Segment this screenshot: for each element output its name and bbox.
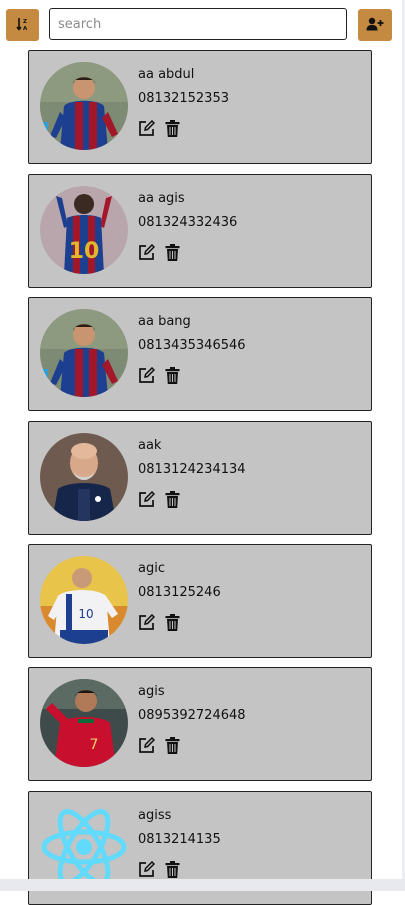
contact-card[interactable]: aak 0813124234134: [28, 421, 372, 535]
contact-name: aa agis: [138, 191, 185, 206]
contact-name: aa abdul: [138, 67, 195, 82]
contact-name: aa bang: [138, 314, 191, 329]
svg-text:7: 7: [90, 737, 99, 753]
avatar: 10: [40, 556, 128, 644]
contact-card[interactable]: aa bang 0813435346546: [28, 297, 372, 411]
avatar: 10: [40, 186, 128, 274]
edit-icon[interactable]: [137, 119, 155, 137]
contact-phone: 0895392724648: [138, 708, 246, 723]
trash-icon[interactable]: [163, 736, 181, 754]
sort-button[interactable]: Z A: [6, 9, 39, 41]
bottom-edge: [0, 879, 405, 891]
contact-name: agiss: [138, 808, 172, 823]
contact-phone: 081324332436: [138, 215, 238, 230]
contact-name: agic: [138, 561, 165, 576]
top-toolbar: Z A: [0, 0, 405, 50]
trash-icon[interactable]: [163, 243, 181, 261]
search-input[interactable]: [49, 8, 347, 40]
edit-icon[interactable]: [137, 613, 155, 631]
contact-card[interactable]: aa abdul 08132152353: [28, 50, 372, 164]
contact-phone: 0813435346546: [138, 338, 246, 353]
edit-icon[interactable]: [137, 366, 155, 384]
trash-icon[interactable]: [163, 119, 181, 137]
add-contact-button[interactable]: [358, 9, 392, 41]
contact-card[interactable]: 10 aa agis 081324332436: [28, 174, 372, 288]
avatar: 7: [40, 679, 128, 767]
contact-card[interactable]: 10 agic 0813125246: [28, 544, 372, 658]
trash-icon[interactable]: [163, 490, 181, 508]
contact-phone: 0813214135: [138, 832, 221, 847]
add-user-icon: [366, 16, 384, 35]
contact-name: aak: [138, 438, 162, 453]
svg-text:10: 10: [69, 239, 100, 264]
avatar: [40, 433, 128, 521]
edit-icon[interactable]: [137, 243, 155, 261]
edit-icon[interactable]: [137, 490, 155, 508]
trash-icon[interactable]: [163, 860, 181, 878]
sort-descending-icon: Z A: [15, 16, 30, 35]
edit-icon[interactable]: [137, 860, 155, 878]
contact-phone: 0813124234134: [138, 462, 246, 477]
avatar: [40, 309, 128, 397]
svg-text:10: 10: [78, 607, 93, 621]
avatar: [40, 62, 128, 150]
edit-icon[interactable]: [137, 736, 155, 754]
svg-text:Z: Z: [23, 19, 27, 25]
trash-icon[interactable]: [163, 613, 181, 631]
react-logo-icon: [40, 803, 128, 891]
contact-card[interactable]: 7 agis 0895392724648: [28, 667, 372, 781]
contact-phone: 0813125246: [138, 585, 221, 600]
contact-phone: 08132152353: [138, 91, 229, 106]
svg-text:A: A: [23, 26, 28, 31]
trash-icon[interactable]: [163, 366, 181, 384]
contact-name: agis: [138, 684, 165, 699]
